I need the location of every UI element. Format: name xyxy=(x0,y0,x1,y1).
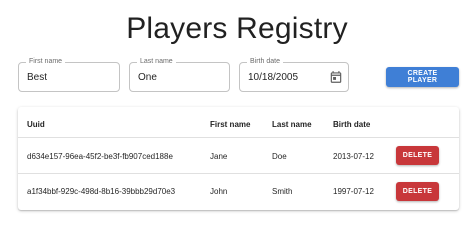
header-divider xyxy=(18,137,459,138)
header-uuid: Uuid xyxy=(27,120,45,129)
last-name-label: Last name xyxy=(137,57,176,67)
delete-button[interactable]: DELETE xyxy=(396,146,439,165)
last-name-field[interactable]: Last name One xyxy=(129,57,230,92)
row-first-name: Jane xyxy=(210,152,228,161)
create-player-button[interactable]: CREATE PLAYER xyxy=(386,67,459,87)
row-last-name: Smith xyxy=(272,187,293,196)
row-divider xyxy=(18,173,459,174)
last-name-value[interactable]: One xyxy=(138,71,157,84)
row-uuid: a1f34bbf-929c-498d-8b16-39bbb29d70e3 xyxy=(27,187,176,196)
birth-date-value[interactable]: 10/18/2005 xyxy=(248,71,298,84)
row-first-name: John xyxy=(210,187,228,196)
header-first-name: First name xyxy=(210,120,251,129)
birth-date-label: Birth date xyxy=(247,57,283,67)
row-last-name: Doe xyxy=(272,152,287,161)
delete-button[interactable]: DELETE xyxy=(396,182,439,201)
header-birth-date: Birth date xyxy=(333,120,371,129)
row-birth-date: 2013-07-12 xyxy=(333,152,374,161)
row-uuid: d634e157-96ea-45f2-be3f-fb907ced188e xyxy=(27,152,173,161)
players-table: Uuid First name Last name Birth date d63… xyxy=(18,107,459,210)
row-birth-date: 1997-07-12 xyxy=(333,187,374,196)
birth-date-field[interactable]: Birth date 10/18/2005 xyxy=(239,57,349,92)
first-name-value[interactable]: Best xyxy=(27,71,47,84)
header-last-name: Last name xyxy=(272,120,312,129)
first-name-label: First name xyxy=(26,57,66,67)
page-title: Players Registry xyxy=(126,12,348,45)
first-name-field[interactable]: First name Best xyxy=(18,57,120,92)
calendar-icon[interactable] xyxy=(329,70,343,84)
